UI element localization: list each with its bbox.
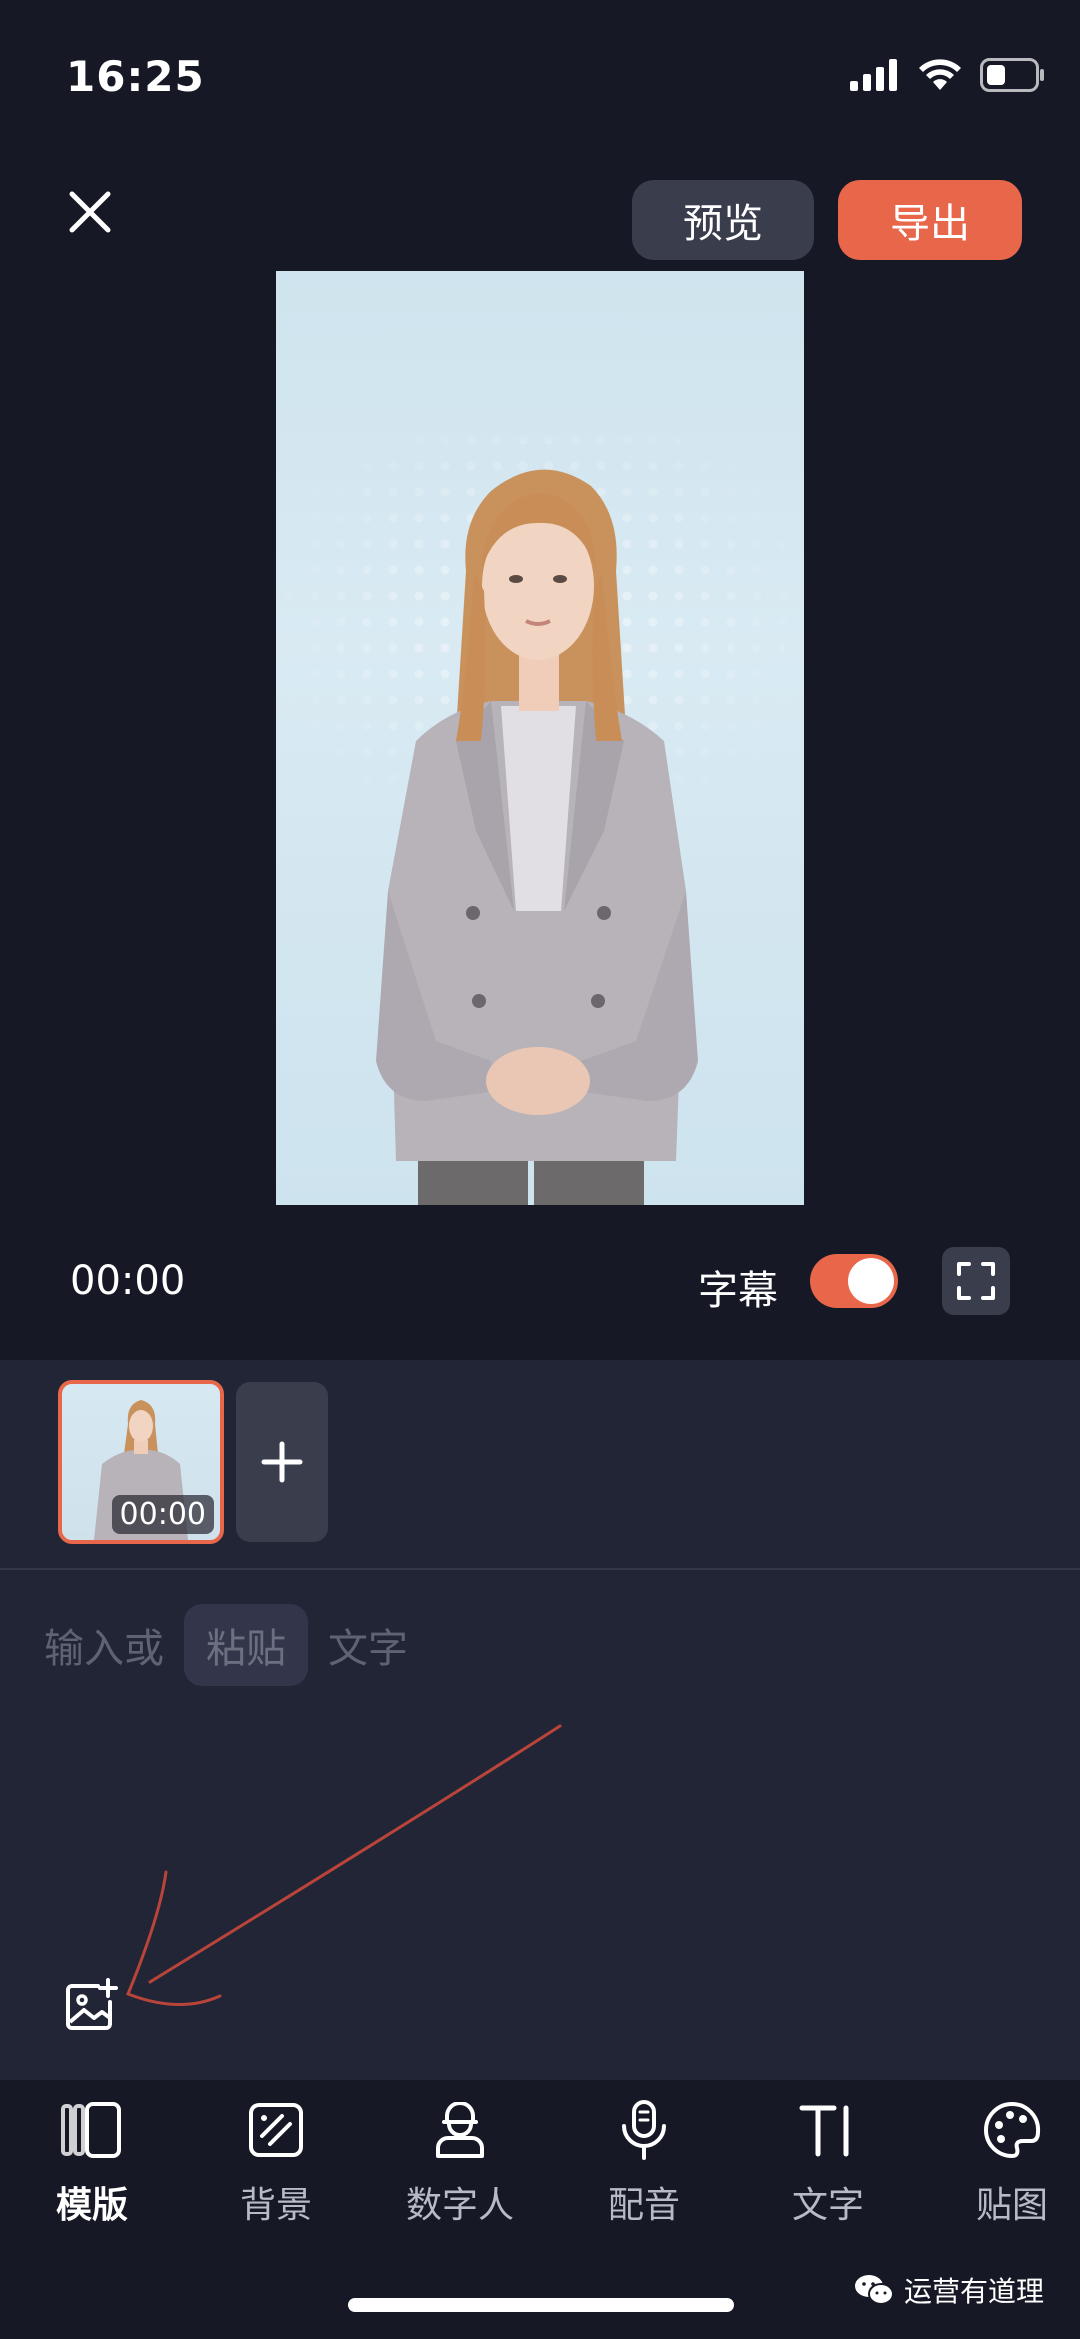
tool-dubbing[interactable]: 配音 [574, 2098, 714, 2238]
close-button[interactable] [66, 188, 114, 236]
input-prefix: 输入或 [44, 1626, 164, 1672]
script-text-input[interactable]: 输入或 粘贴 文字 [44, 1604, 408, 1686]
subtitle-label: 字幕 [698, 1268, 778, 1314]
microphone-icon [622, 2100, 666, 2160]
template-icon [61, 2102, 121, 2158]
status-icons [850, 58, 1046, 92]
subtitle-toggle[interactable] [810, 1254, 898, 1308]
export-button[interactable]: 导出 [838, 180, 1022, 260]
tool-text[interactable]: 文字 [758, 2098, 898, 2238]
tool-sticker-label: 贴图 [975, 2185, 1048, 2226]
clip-thumbnail[interactable]: 00:00 [58, 1380, 224, 1544]
tool-avatar-label: 数字人 [405, 2185, 514, 2226]
add-image-icon [66, 1978, 118, 2030]
divider [0, 1568, 1080, 1570]
add-clip-button[interactable] [236, 1382, 328, 1542]
tool-template-label: 模版 [55, 2185, 128, 2226]
watermark-text: 运营有道理 [903, 2275, 1044, 2308]
tool-avatar[interactable]: 数字人 [390, 2098, 530, 2238]
tool-dubbing-label: 配音 [607, 2185, 680, 2226]
background-icon [249, 2103, 303, 2157]
annotation-arrow [126, 1724, 562, 2006]
paste-button[interactable]: 粘贴 [184, 1604, 308, 1686]
digital-human-image [276, 431, 804, 1205]
timecode: 00:00 [70, 1258, 186, 1304]
home-indicator[interactable] [348, 2298, 734, 2312]
wechat-icon [854, 2275, 894, 2305]
status-time: 16:25 [66, 52, 205, 101]
tool-background-label: 背景 [239, 2185, 312, 2226]
toggle-knob [848, 1258, 894, 1304]
add-image-button[interactable] [62, 1978, 120, 2036]
watermark: 运营有道理 [854, 2270, 1044, 2310]
sticker-icon [984, 2101, 1041, 2159]
input-suffix: 文字 [328, 1626, 408, 1672]
signal-icon [850, 59, 897, 91]
wifi-icon [919, 59, 961, 90]
tool-sticker[interactable]: 贴图 [942, 2098, 1080, 2238]
tool-text-label: 文字 [791, 2185, 864, 2226]
tool-template[interactable]: 模版 [22, 2098, 162, 2238]
fullscreen-icon [957, 1262, 995, 1300]
plus-icon [261, 1441, 303, 1483]
preview-button[interactable]: 预览 [632, 180, 814, 260]
video-preview[interactable] [276, 271, 804, 1205]
tool-background[interactable]: 背景 [206, 2098, 346, 2238]
avatar-icon [436, 2102, 484, 2158]
text-icon [799, 2105, 849, 2157]
fullscreen-button[interactable] [942, 1247, 1010, 1315]
clip-duration: 00:00 [111, 1495, 214, 1534]
battery-icon [980, 58, 1044, 92]
close-icon [69, 191, 111, 233]
